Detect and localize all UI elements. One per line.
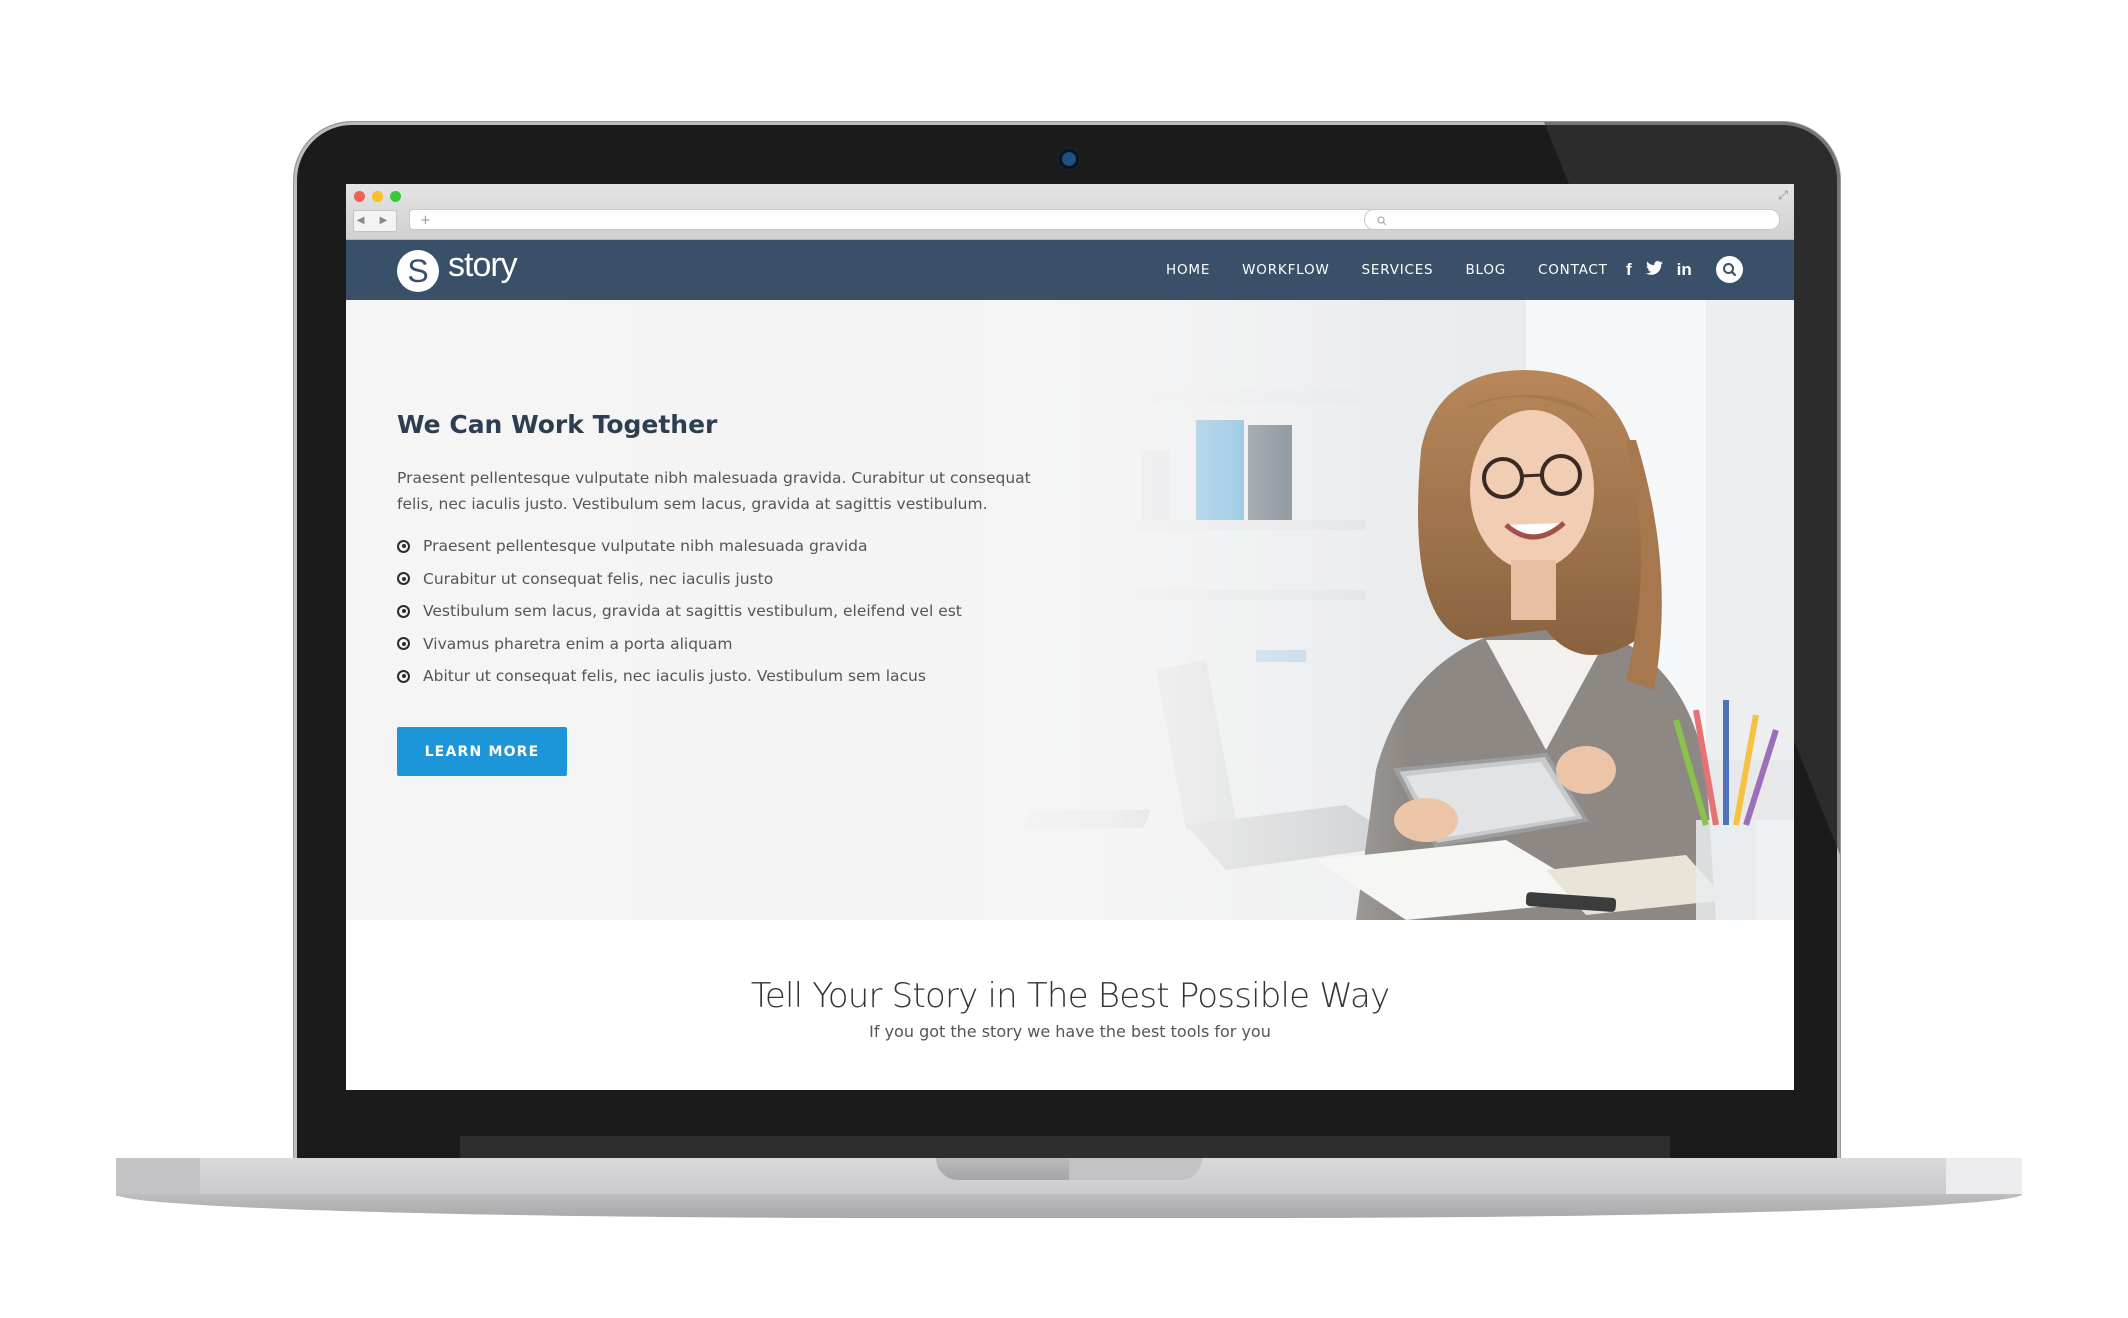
menu-workflow[interactable]: WORKFLOW [1242, 262, 1329, 278]
bullet-circle-icon [397, 669, 410, 683]
learn-more-button[interactable]: LEARN MORE [397, 727, 567, 776]
browser-search-field[interactable] [1364, 209, 1780, 230]
menu-blog[interactable]: BLOG [1465, 262, 1506, 278]
site-header: S story HOME WORKFLOW SERVICES BLOG CONT… [346, 240, 1794, 300]
twitter-icon[interactable] [1645, 260, 1663, 280]
camera-icon [1062, 152, 1076, 166]
list-item: Vivamus pharetra enim a porta aliquam [397, 628, 962, 661]
menu-services[interactable]: SERVICES [1362, 262, 1434, 278]
minimize-window-button[interactable] [372, 191, 383, 202]
address-bar[interactable]: + [409, 209, 1409, 230]
menu-contact[interactable]: CONTACT [1538, 262, 1608, 278]
social-links: f in [1626, 240, 1692, 300]
site-search-button[interactable] [1716, 256, 1743, 283]
hero-bullet-list: Praesent pellentesque vulputate nibh mal… [397, 530, 962, 693]
main-menu: HOME WORKFLOW SERVICES BLOG CONTACT [1166, 240, 1640, 300]
logo-mark[interactable]: S [397, 250, 439, 292]
list-item: Praesent pellentesque vulputate nibh mal… [397, 530, 962, 563]
search-icon [1377, 216, 1387, 226]
section-title: Tell Your Story in The Best Possible Way [750, 976, 1390, 1016]
hero-paragraph: Praesent pellentesque vulputate nibh mal… [397, 469, 1031, 513]
laptop-notch-highlight [1069, 1158, 1202, 1180]
close-window-button[interactable] [354, 191, 365, 202]
laptop-base-left [116, 1158, 200, 1196]
menu-home[interactable]: HOME [1166, 262, 1210, 278]
list-item: Vestibulum sem lacus, gravida at sagitti… [397, 595, 962, 628]
list-item: Curabitur ut consequat felis, nec iaculi… [397, 563, 962, 596]
bullet-circle-icon [397, 637, 410, 651]
hero-title: We Can Work Together [397, 410, 718, 439]
search-icon [1723, 263, 1737, 277]
section-subtitle: If you got the story we have the best to… [869, 1022, 1271, 1041]
laptop-base-bottom [116, 1194, 2022, 1218]
hero-photo-fade [986, 300, 1406, 920]
bullet-text: Praesent pellentesque vulputate nibh mal… [423, 537, 868, 556]
bullet-text: Vestibulum sem lacus, gravida at sagitti… [423, 602, 962, 621]
bullet-text: Curabitur ut consequat felis, nec iaculi… [423, 569, 774, 588]
logo-text[interactable]: story [448, 246, 518, 285]
bullet-text: Vivamus pharetra enim a porta aliquam [423, 634, 733, 653]
bullet-circle-icon [397, 572, 410, 586]
twitter-bird-shape [1645, 261, 1663, 275]
linkedin-icon[interactable]: in [1677, 260, 1692, 280]
list-item: Abitur ut consequat felis, nec iaculis j… [397, 660, 962, 693]
bullet-circle-icon [397, 604, 410, 618]
laptop-base-right [1946, 1158, 2022, 1196]
bullet-text: Abitur ut consequat felis, nec iaculis j… [423, 667, 926, 686]
back-forward-buttons[interactable]: ◀ ▶ [353, 210, 397, 232]
browser-window: ◀ ▶ + ⤢ S story HOME WORKFLOW SERVICES B… [346, 184, 1794, 1090]
bullet-circle-icon [397, 539, 410, 553]
maximize-window-button[interactable] [390, 191, 401, 202]
fullscreen-icon[interactable]: ⤢ [1778, 188, 1788, 203]
browser-toolbar: ◀ ▶ + ⤢ [346, 184, 1794, 240]
facebook-icon[interactable]: f [1626, 260, 1632, 280]
hero-section: We Can Work Together Praesent pellentesq… [346, 300, 1794, 920]
